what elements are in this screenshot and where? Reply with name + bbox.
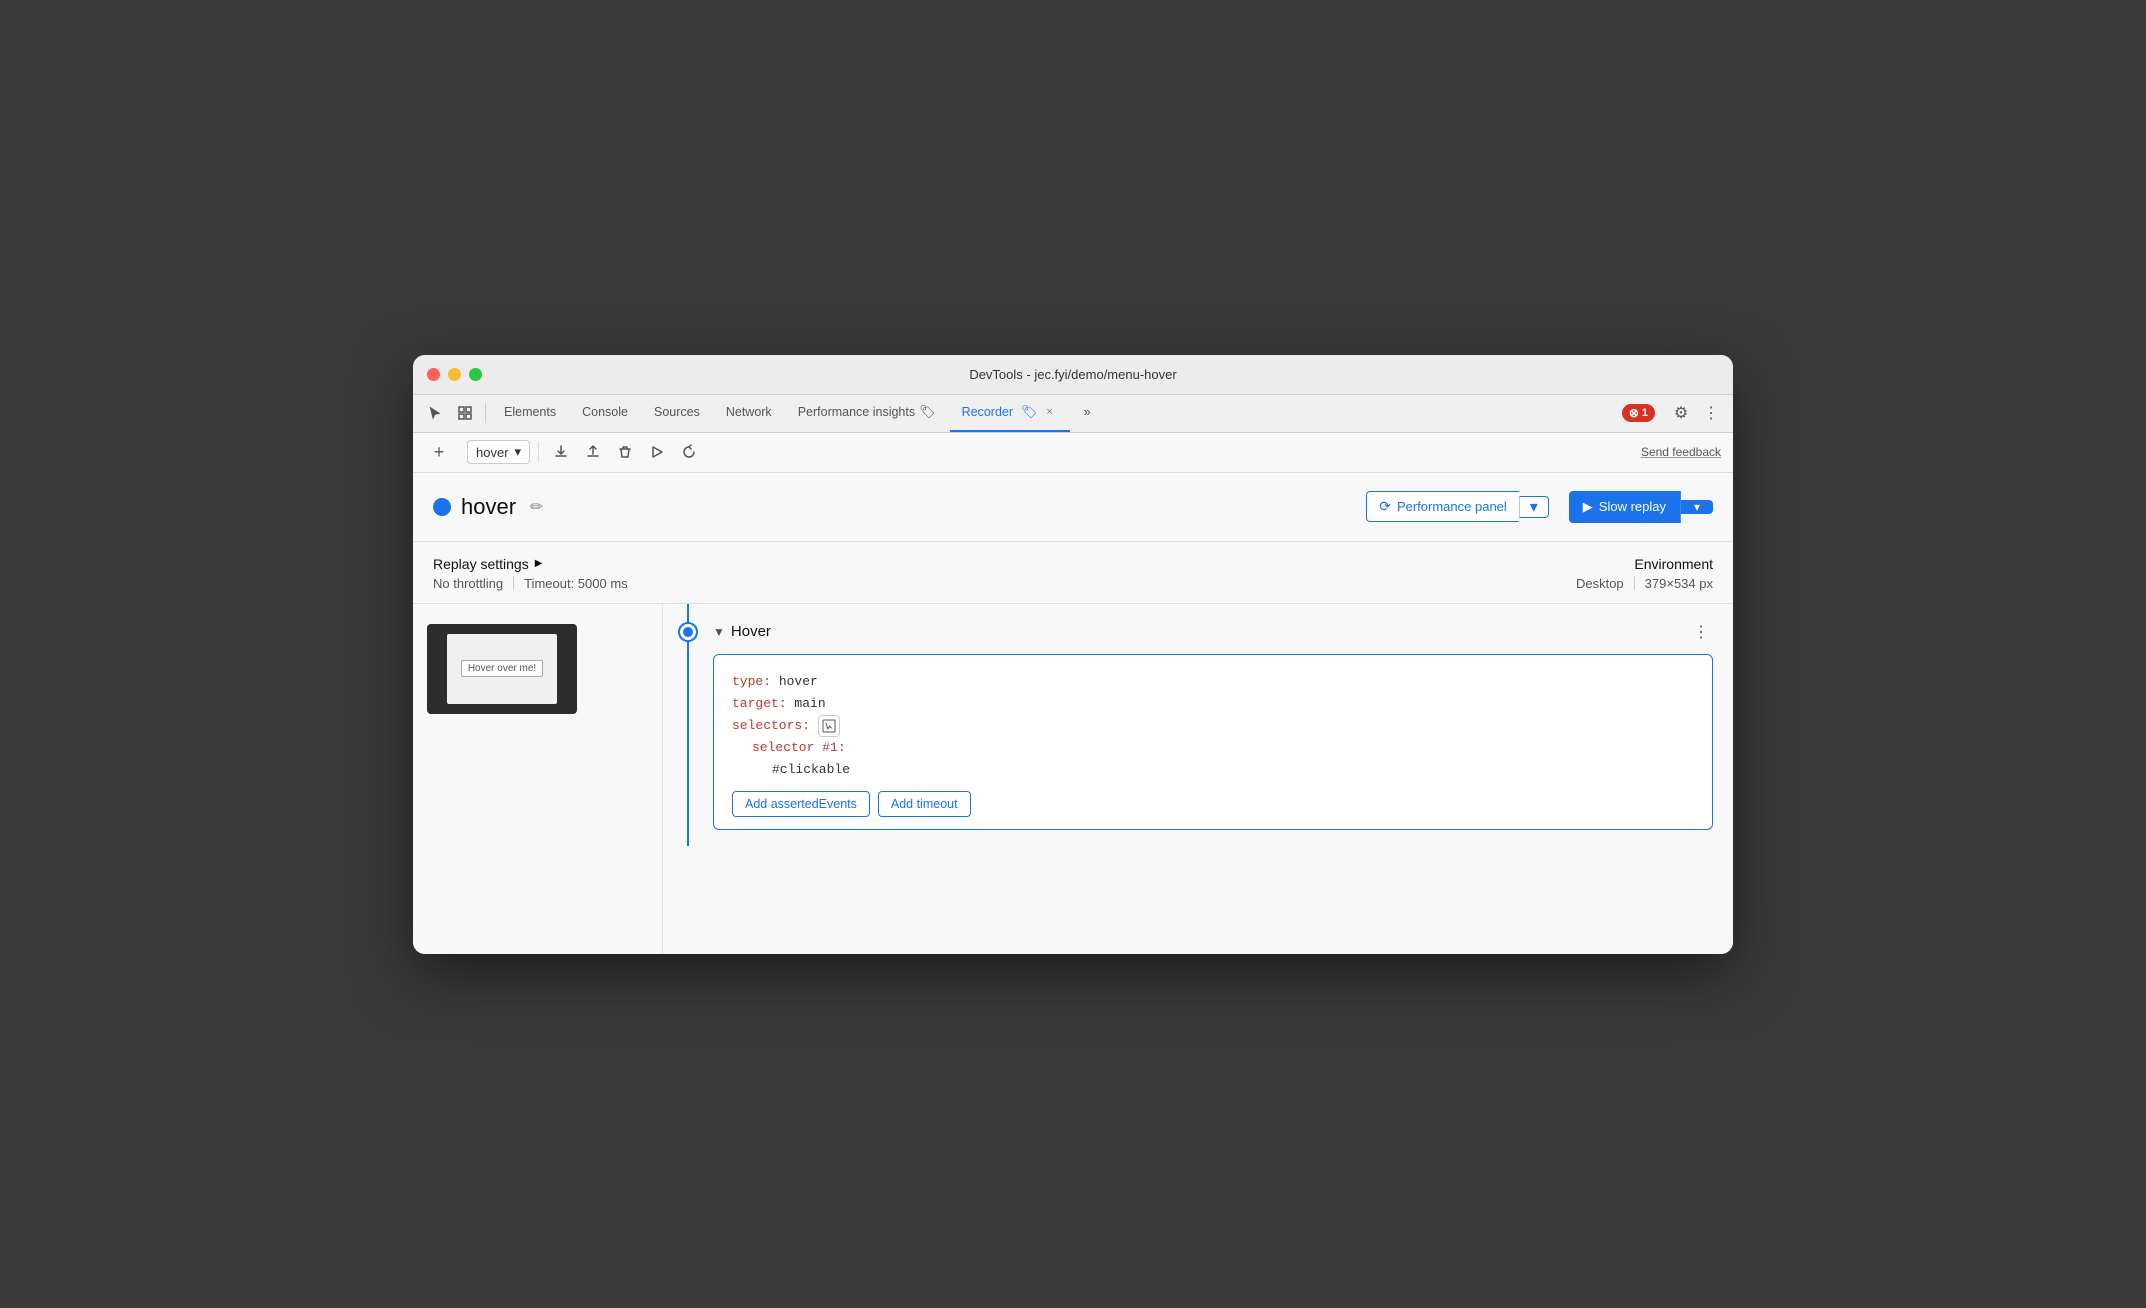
export-button[interactable] [547, 438, 575, 466]
step-content: ▼ Hover ⋮ type: hover [713, 620, 1733, 830]
expand-icon: ▶ [535, 558, 543, 569]
slow-replay-dropdown[interactable]: ▾ [1681, 500, 1713, 514]
perf-panel-dropdown[interactable]: ▾ [1519, 496, 1549, 518]
toolbar-divider [538, 442, 539, 462]
table-row: ▼ Hover ⋮ type: hover [663, 604, 1733, 846]
window-title: DevTools - jec.fyi/demo/menu-hover [969, 367, 1176, 382]
code-line-type: type: hover [732, 671, 1694, 693]
code-line-selector-num: selector #1: [752, 737, 1694, 759]
code-block: type: hover target: main [713, 654, 1713, 830]
replay-settings-subtitle: No throttling Timeout: 5000 ms [433, 576, 628, 591]
perf-icon: ⟳ [1379, 498, 1391, 515]
selector-icon-button[interactable] [818, 715, 840, 737]
step-dot [680, 624, 696, 640]
traffic-lights [427, 368, 482, 381]
step-title: Hover [731, 623, 771, 640]
collapse-step-button[interactable]: ▼ [713, 625, 725, 639]
close-recorder-tab[interactable]: × [1042, 404, 1058, 420]
close-button[interactable] [427, 368, 440, 381]
steps-main: ▼ Hover ⋮ type: hover [663, 604, 1733, 954]
recording-title: hover [461, 494, 516, 520]
add-recording-button[interactable]: + [425, 438, 453, 466]
hover-preview-label: Hover over me! [461, 660, 543, 677]
slow-replay-group: ▶ Slow replay ▾ [1569, 491, 1713, 523]
tab-network[interactable]: Network [714, 394, 784, 432]
maximize-button[interactable] [469, 368, 482, 381]
code-line-target: target: main [732, 693, 1694, 715]
steps-sidebar: Hover over me! [413, 604, 663, 954]
send-feedback-link[interactable]: Send feedback [1641, 445, 1721, 459]
main-content: hover ✏ ⟳ Performance panel ▾ ▶ Slow rep… [413, 473, 1733, 954]
environment-section: Environment Desktop 379×534 px [1576, 556, 1713, 591]
action-buttons: Add assertedEvents Add timeout [732, 791, 1694, 817]
play-icon: ▶ [1583, 499, 1593, 515]
tab-console[interactable]: Console [570, 394, 640, 432]
tab-sources[interactable]: Sources [642, 394, 712, 432]
add-asserted-events-button[interactable]: Add assertedEvents [732, 791, 870, 817]
recording-dot [433, 498, 451, 516]
delete-button[interactable] [611, 438, 639, 466]
play-button[interactable] [643, 438, 671, 466]
step-connector [663, 620, 713, 640]
dropdown-icon: ▾ [515, 444, 522, 460]
performance-panel-button[interactable]: ⟳ Performance panel [1366, 491, 1519, 522]
recording-header: hover ✏ ⟳ Performance panel ▾ ▶ Slow rep… [413, 473, 1733, 542]
import-button[interactable] [579, 438, 607, 466]
replay-button[interactable] [675, 438, 703, 466]
title-bar: DevTools - jec.fyi/demo/menu-hover [413, 355, 1733, 395]
devtools-nav: Elements Console Sources Network Perform… [413, 395, 1733, 433]
error-badge[interactable]: ⊗ 1 [1622, 404, 1655, 422]
recording-selector[interactable]: hover ▾ [467, 440, 530, 464]
perf-panel-group: ⟳ Performance panel ▾ [1366, 491, 1549, 522]
minimize-button[interactable] [448, 368, 461, 381]
more-button[interactable]: ⋮ [1697, 399, 1725, 427]
steps-area: Hover over me! ▼ Hover [413, 604, 1733, 954]
tab-elements[interactable]: Elements [492, 394, 568, 432]
nav-divider [485, 403, 486, 423]
replay-settings-section: Replay settings ▶ No throttling Timeout:… [413, 542, 1733, 604]
step-preview: Hover over me! [427, 624, 577, 714]
add-timeout-button[interactable]: Add timeout [878, 791, 971, 817]
edit-title-icon[interactable]: ✏ [530, 497, 543, 517]
replay-settings-title[interactable]: Replay settings ▶ [433, 556, 628, 572]
tab-recorder[interactable]: Recorder 🏷 × [950, 394, 1070, 432]
tab-performance[interactable]: Performance insights 🏷 [786, 394, 948, 432]
cursor-icon[interactable] [421, 399, 449, 427]
inspect-icon[interactable] [451, 399, 479, 427]
settings-button[interactable]: ⚙ [1667, 399, 1695, 427]
step-more-button[interactable]: ⋮ [1689, 620, 1713, 644]
code-line-selector-value: #clickable [772, 759, 1694, 781]
devtools-window: DevTools - jec.fyi/demo/menu-hover Eleme… [413, 355, 1733, 954]
tab-more[interactable]: » [1072, 394, 1103, 432]
slow-replay-button[interactable]: ▶ Slow replay [1569, 491, 1681, 523]
code-line-selectors: selectors: [732, 715, 1694, 737]
toolbar: + hover ▾ [413, 433, 1733, 473]
